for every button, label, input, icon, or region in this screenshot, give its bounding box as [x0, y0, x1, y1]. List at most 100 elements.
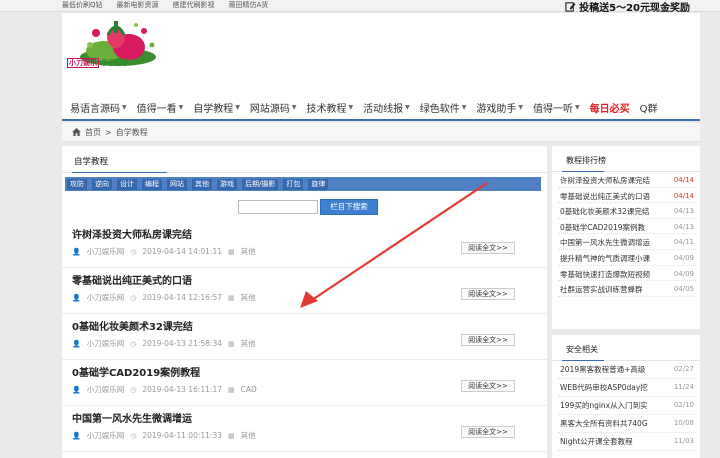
logo-caption: 小刀娱乐 乐于分享 — [67, 58, 129, 68]
grid-icon: ▦ — [227, 293, 235, 302]
nav-item-zhide-yiting[interactable]: 值得一听 ▼ — [533, 100, 580, 115]
post-category[interactable]: 其他 — [241, 292, 256, 303]
security-title[interactable]: 黑客大全所有资料共740G — [560, 418, 668, 429]
read-more-button[interactable]: 阅读全文>> — [461, 426, 515, 438]
post-category[interactable]: 其他 — [241, 246, 256, 257]
nav-item-lvse[interactable]: 绿色软件 ▼ — [420, 100, 467, 115]
security-item[interactable]: Night公开课全套教程 11/03 — [558, 433, 696, 451]
rank-date: 04/09 — [673, 253, 694, 262]
breadcrumb-home[interactable]: 首页 — [85, 127, 101, 138]
rank-title[interactable]: 0基础化妆美颜术32课完结 — [560, 206, 668, 217]
breadcrumb-current[interactable]: 自学教程 — [116, 127, 148, 138]
rank-item[interactable]: 中国第一风水先生微调增运 04/11 — [558, 234, 696, 250]
rank-item[interactable]: 0基础学CAD2019案例教 04/13 — [558, 219, 696, 235]
read-more-button[interactable]: 阅读全文>> — [461, 334, 515, 346]
list-item: 许树泽投资大师私房课完结 👤 小刀娱乐网 ◷ 2019-04-14 14:01:11… — [62, 222, 547, 268]
post-title[interactable]: 0基础学CAD2019案例教程 — [72, 364, 200, 379]
nav-label: 活动线报 — [363, 103, 404, 115]
category-tab[interactable]: 攻防 — [67, 178, 87, 190]
site-logo[interactable] — [74, 17, 164, 87]
caret-down-icon: ▼ — [575, 103, 580, 111]
post-title[interactable]: 中国第一风水先生微调增运 — [72, 410, 192, 425]
nav-item-qqun[interactable]: Q群 — [640, 100, 658, 115]
rank-title[interactable]: 社群运营实战训练营蜂群 — [560, 284, 668, 295]
nav-label: 值得一听 — [533, 103, 573, 115]
post-title[interactable]: 0基础化妆美颜术32课完结 — [72, 318, 193, 333]
nav-item-jishu[interactable]: 技术教程 ▼ — [307, 100, 354, 115]
nav-item-wangzhan[interactable]: 网站源码 ▼ — [250, 100, 297, 115]
rank-title[interactable]: 零基础说出纯正美式的口语 — [560, 191, 668, 202]
nav-item-youxi[interactable]: 游戏助手 ▼ — [476, 100, 523, 115]
security-item[interactable]: 黑客大全所有资料共740G 10/08 — [558, 415, 696, 433]
nav-item-huodong[interactable]: 活动线报 ▼ — [363, 100, 410, 115]
nav-item-zhide-yikan[interactable]: 值得一看 ▼ — [137, 100, 184, 115]
security-item[interactable]: WEB代码审校ASP0day挖 11/24 — [558, 379, 696, 397]
nav-label: 技术教程 — [306, 103, 347, 115]
rank-title[interactable]: 提升精气神的气质调理小课 — [560, 253, 668, 264]
post-meta: 👤 小刀娱乐网 ◷ 2019-04-14 14:01:11 ▦ 其他 — [72, 246, 256, 257]
rank-title[interactable]: 零基础快速打造爆款短视频 — [560, 269, 668, 280]
security-date: 02/27 — [673, 365, 694, 373]
search-input[interactable] — [238, 200, 318, 214]
security-date: 11/24 — [673, 383, 694, 391]
rank-item[interactable]: 提升精气神的气质调理小课 04/09 — [558, 250, 696, 266]
nav-item-meiri[interactable]: 每日必买 — [590, 100, 630, 115]
rank-title[interactable]: 0基础学CAD2019案例教 — [560, 222, 668, 233]
grid-icon: ▦ — [227, 385, 235, 394]
rank-date: 04/13 — [673, 207, 694, 216]
category-tab[interactable]: 设计 — [117, 178, 137, 190]
nav-item-zixue[interactable]: 自学教程 ▼ — [193, 100, 240, 115]
category-tab[interactable]: 网站 — [167, 178, 187, 190]
category-tab[interactable]: 游戏 — [217, 178, 237, 190]
security-title[interactable]: 199买的nginx从入门到实 — [560, 400, 668, 411]
rank-title[interactable]: 许树泽投资大师私房课完结 — [560, 175, 668, 186]
clock-icon: ◷ — [130, 431, 137, 440]
security-title[interactable]: Night公开课全套教程 — [560, 436, 668, 447]
list-item: 0基础学CAD2019案例教程 👤 小刀娱乐网 ◷ 2019-04-13 16:11… — [62, 360, 547, 406]
rank-item[interactable]: 社群运营实战训练营蜂群 04/05 — [558, 281, 696, 297]
security-item[interactable]: 199买的nginx从入门到实 02/10 — [558, 397, 696, 415]
security-date: 02/10 — [673, 401, 694, 409]
caret-down-icon: ▼ — [178, 103, 184, 111]
category-tab[interactable]: 后期/摄影 — [242, 178, 279, 190]
rank-item[interactable]: 零基础说出纯正美式的口语 04/14 — [558, 188, 696, 204]
read-more-button[interactable]: 阅读全文>> — [461, 288, 515, 300]
post-title[interactable]: 许树泽投资大师私房课完结 — [72, 226, 192, 241]
security-item[interactable]: 2019黑客教程普通+高级 02/27 — [558, 361, 696, 379]
category-tab[interactable]: 打包 — [283, 178, 304, 190]
category-tab[interactable]: 其他 — [192, 178, 212, 190]
post-category[interactable]: 其他 — [241, 338, 256, 349]
post-title[interactable]: 零基础说出纯正美式的口语 — [72, 272, 192, 287]
category-tab[interactable]: 逆向 — [92, 178, 112, 190]
edit-icon — [565, 2, 576, 12]
rank-item[interactable]: 许树泽投资大师私房课完结 04/14 — [558, 172, 696, 188]
security-title[interactable]: 2019黑客教程普通+高级 — [560, 364, 668, 375]
read-more-button[interactable]: 阅读全文>> — [461, 380, 515, 392]
security-title[interactable]: WEB代码审校ASP0day挖 — [560, 382, 668, 393]
category-tab[interactable]: 编程 — [142, 178, 162, 190]
nav-label: 值得一看 — [136, 103, 177, 115]
post-meta: 👤 小刀娱乐网 ◷ 2019-04-13 16:11:17 ▦ CAD — [72, 384, 257, 395]
nav-item-yiyuyan[interactable]: 易语言源码 ▼ — [70, 100, 127, 115]
caret-down-icon: ▼ — [348, 103, 354, 111]
caret-down-icon: ▼ — [518, 103, 523, 111]
top-link[interactable]: 莆田精仿A货 — [229, 1, 269, 10]
top-link[interactable]: 最新电影资源 — [117, 1, 159, 10]
post-category[interactable]: CAD — [241, 385, 257, 394]
security-date: 11/03 — [673, 437, 694, 445]
rank-title[interactable]: 中国第一风水先生微调增运 — [560, 237, 668, 248]
post-author: 小刀娱乐网 — [86, 247, 125, 256]
rank-item[interactable]: 0基础化妆美颜术32课完结 04/13 — [558, 203, 696, 219]
top-link[interactable]: 搭建代刷影视 — [173, 1, 215, 10]
search-button[interactable]: 栏目下搜索 — [320, 199, 378, 215]
nav-label: 每日必买 — [589, 103, 630, 115]
promo-banner[interactable]: 投稿送5～20元现金奖励 — [565, 0, 690, 14]
home-icon — [72, 128, 81, 136]
post-category[interactable]: 其他 — [241, 430, 256, 441]
post-date: 2019-04-11 00:11:33 — [142, 431, 222, 440]
read-more-button[interactable]: 阅读全文>> — [461, 242, 515, 254]
post-date: 2019-04-14 14:01:11 — [142, 247, 222, 256]
rank-item[interactable]: 零基础快速打造爆款短视频 04/09 — [558, 266, 696, 282]
top-link[interactable]: 最低价刷Q钻 — [62, 1, 103, 10]
category-tab[interactable]: 旋律 — [308, 178, 329, 190]
